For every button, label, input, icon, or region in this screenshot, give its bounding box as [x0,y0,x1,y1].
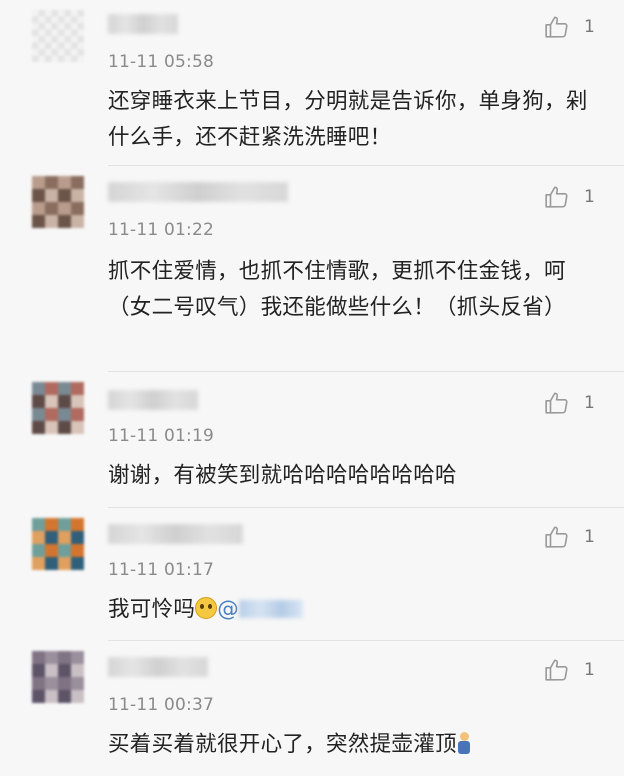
like-button[interactable]: 1 [544,184,595,210]
mention-name-blurred [239,600,304,618]
username-blurred[interactable] [108,657,208,677]
comment-time: 11-11 01:19 [108,426,214,446]
avatar[interactable] [32,651,84,703]
thumbs-up-icon [545,392,568,414]
mention-link[interactable]: @ [217,597,304,622]
avatar[interactable] [32,176,84,228]
like-button[interactable]: 1 [544,524,595,550]
comment-text-main: 买着买着就很开心了，突然提壶灌顶 [108,732,457,757]
username-blurred[interactable] [108,14,178,34]
thumbs-up-icon [545,659,568,681]
like-count: 1 [584,17,595,37]
avatar[interactable] [32,10,84,62]
like-count: 1 [584,527,595,547]
comment-text: 我可怜吗 @ [108,592,603,628]
comment-text: 还穿睡衣来上节目，分明就是告诉你，单身狗，剁什么手，还不赶紧洗洗睡吧！ [108,89,588,150]
comment-item: 11-11 05:58 还穿睡衣来上节目，分明就是告诉你，单身狗，剁什么手，还不… [0,0,624,165]
person-emoji [457,732,471,754]
thumbs-up-icon [545,526,568,548]
comment-time: 11-11 05:58 [108,52,214,72]
thumbs-up-icon [545,16,568,38]
username-blurred[interactable] [108,390,198,410]
like-count: 1 [584,393,595,413]
comment-text: 抓不住爱情，也抓不住情歌，更抓不住金钱，呵（女二号叹气）我还能做些什么！（抓头反… [108,259,566,320]
avatar[interactable] [32,382,84,434]
comment-item: 11-11 01:22 抓不住爱情，也抓不住情歌，更抓不住金钱，呵（女二号叹气）… [0,166,624,371]
mention-at: @ [217,597,240,622]
comment-time: 11-11 01:22 [108,220,214,240]
comment-list: 11-11 05:58 还穿睡衣来上节目，分明就是告诉你，单身狗，剁什么手，还不… [0,0,624,776]
username-blurred[interactable] [108,182,288,202]
comment-text-main: 我可怜吗 [108,597,196,622]
thumbs-up-icon [545,186,568,208]
comment-item: 11-11 00:37 买着买着就很开心了，突然提壶灌顶 1 [0,641,624,776]
like-count: 1 [584,187,595,207]
comment-item: 11-11 01:17 我可怜吗 @ 1 [0,508,624,640]
comment-time: 11-11 00:37 [108,695,214,715]
like-button[interactable]: 1 [544,657,595,683]
like-count: 1 [584,660,595,680]
like-button[interactable]: 1 [544,390,595,416]
like-button[interactable]: 1 [544,14,595,40]
comment-time: 11-11 01:17 [108,560,214,580]
pleading-face-emoji [195,597,218,619]
avatar[interactable] [32,518,84,570]
comment-text: 买着买着就很开心了，突然提壶灌顶 [108,727,603,763]
comment-text: 谢谢，有被笑到就哈哈哈哈哈哈哈哈 [108,463,457,488]
comment-item: 11-11 01:19 谢谢，有被笑到就哈哈哈哈哈哈哈哈 1 [0,372,624,507]
username-blurred[interactable] [108,524,243,544]
